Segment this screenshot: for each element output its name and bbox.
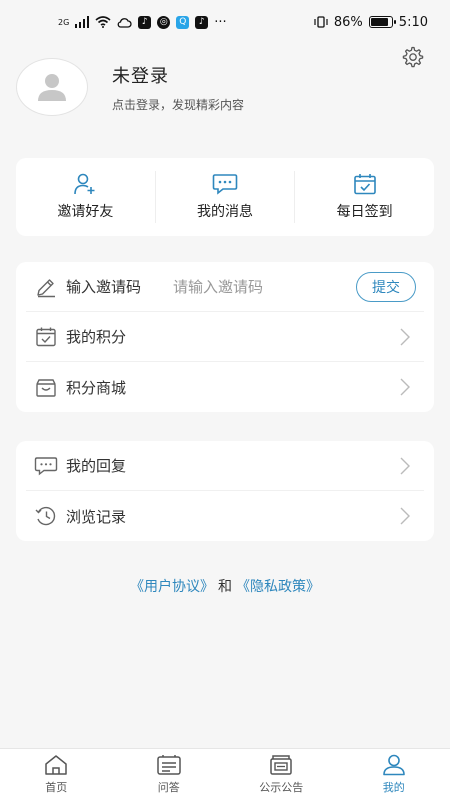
status-bar: 2G ♪ ◎ Q ♪ ··· 86% 5:10 — [0, 0, 450, 44]
chevron-right-icon — [400, 328, 410, 345]
tab-qa-label: 问答 — [157, 781, 180, 794]
history-icon-wrap — [34, 504, 58, 528]
gift-icon-wrap — [34, 375, 58, 399]
battery-percent: 86% — [333, 14, 363, 30]
my-replies-row[interactable]: 我的回复 — [26, 441, 424, 491]
user-agreement-link[interactable]: 《用户协议》 — [130, 579, 214, 595]
chevron-right-icon — [400, 507, 410, 525]
login-hint: 点击登录，发现精彩内容 — [112, 97, 245, 112]
gear-icon[interactable] — [400, 45, 424, 69]
chevron-right-icon — [400, 378, 410, 396]
reply-icon — [34, 456, 58, 475]
my-points-row[interactable]: 我的积分 — [26, 312, 424, 362]
tab-home[interactable]: 首页 — [0, 749, 113, 800]
clock: 5:10 — [398, 14, 428, 30]
invite-friends-label: 邀请好友 — [57, 204, 114, 220]
more-notifications: ··· — [214, 14, 227, 30]
calendar-check-icon — [353, 174, 376, 195]
pencil-icon — [37, 278, 55, 297]
my-replies-label: 我的回复 — [66, 457, 127, 475]
home-icon — [45, 755, 67, 775]
points-mall-label: 积分商城 — [66, 378, 127, 397]
daily-checkin-button[interactable]: 每日签到 — [295, 169, 434, 225]
wifi-icon — [95, 16, 111, 28]
vibrate-icon — [314, 16, 328, 28]
chevron-right-icon — [400, 457, 410, 474]
submit-button[interactable]: 提交 — [356, 271, 416, 302]
activity-card: 我的回复 浏览记录 — [16, 441, 434, 541]
tab-notice[interactable]: 公示公告 — [225, 749, 338, 800]
tab-notice-label: 公示公告 — [259, 781, 304, 794]
profile-section[interactable]: 未登录 点击登录，发现精彩内容 — [16, 58, 244, 116]
reply-icon-wrap — [34, 454, 58, 478]
my-messages-label: 我的消息 — [197, 204, 253, 220]
qa-icon — [157, 755, 181, 775]
invite-friends-button[interactable]: 邀请好友 — [16, 169, 155, 225]
and-text: 和 — [218, 579, 232, 595]
agreement-links: 《用户协议》和《隐私政策》 — [0, 576, 450, 596]
browse-history-row[interactable]: 浏览记录 — [26, 491, 424, 541]
status-left: 2G ♪ ◎ Q ♪ ··· — [58, 15, 227, 30]
pencil-icon-wrap — [34, 275, 58, 299]
invite-code-row: 输入邀请码 提交 — [26, 262, 424, 312]
bottom-tab-bar: 首页 问答 公示公告 我的 — [0, 748, 450, 800]
daily-checkin-label: 每日签到 — [336, 204, 393, 220]
points-card: 输入邀请码 提交 我的积分 积分商城 — [16, 262, 434, 412]
browser-icon: ◎ — [157, 15, 171, 29]
quick-actions-card: 邀请好友 我的消息 每日签到 — [16, 158, 434, 236]
privacy-policy-link[interactable]: 《隐私政策》 — [236, 579, 320, 595]
avatar[interactable] — [16, 58, 88, 116]
network-type: 2G — [58, 17, 70, 27]
search-app-icon: Q — [176, 15, 190, 29]
notice-icon — [270, 755, 292, 775]
add-user-icon — [74, 173, 95, 195]
tiktok-icon-2: ♪ — [195, 15, 209, 29]
points-icon — [36, 327, 56, 346]
status-right: 86% 5:10 — [314, 15, 428, 30]
user-icon — [382, 754, 405, 776]
browse-history-label: 浏览记录 — [66, 507, 127, 526]
signal-icon — [75, 16, 90, 28]
tab-mine[interactable]: 我的 — [338, 749, 450, 800]
login-status[interactable]: 未登录 — [112, 62, 244, 88]
my-points-label: 我的积分 — [66, 328, 127, 346]
points-icon-wrap — [34, 325, 58, 349]
tab-qa[interactable]: 问答 — [113, 749, 226, 800]
cloud-icon — [117, 17, 132, 28]
message-icon — [212, 174, 238, 195]
gift-icon — [36, 379, 56, 397]
tab-home-label: 首页 — [45, 781, 68, 794]
profile-text: 未登录 点击登录，发现精彩内容 — [112, 62, 244, 113]
tab-mine-label: 我的 — [382, 781, 405, 794]
battery-level — [370, 18, 388, 26]
invite-code-input[interactable] — [173, 277, 314, 296]
tiktok-icon: ♪ — [138, 15, 152, 29]
invite-code-label: 输入邀请码 — [66, 278, 142, 296]
default-avatar-icon — [38, 74, 66, 101]
points-mall-row[interactable]: 积分商城 — [26, 362, 424, 412]
battery-icon — [368, 16, 396, 28]
history-icon — [35, 506, 56, 526]
my-messages-button[interactable]: 我的消息 — [156, 169, 295, 225]
